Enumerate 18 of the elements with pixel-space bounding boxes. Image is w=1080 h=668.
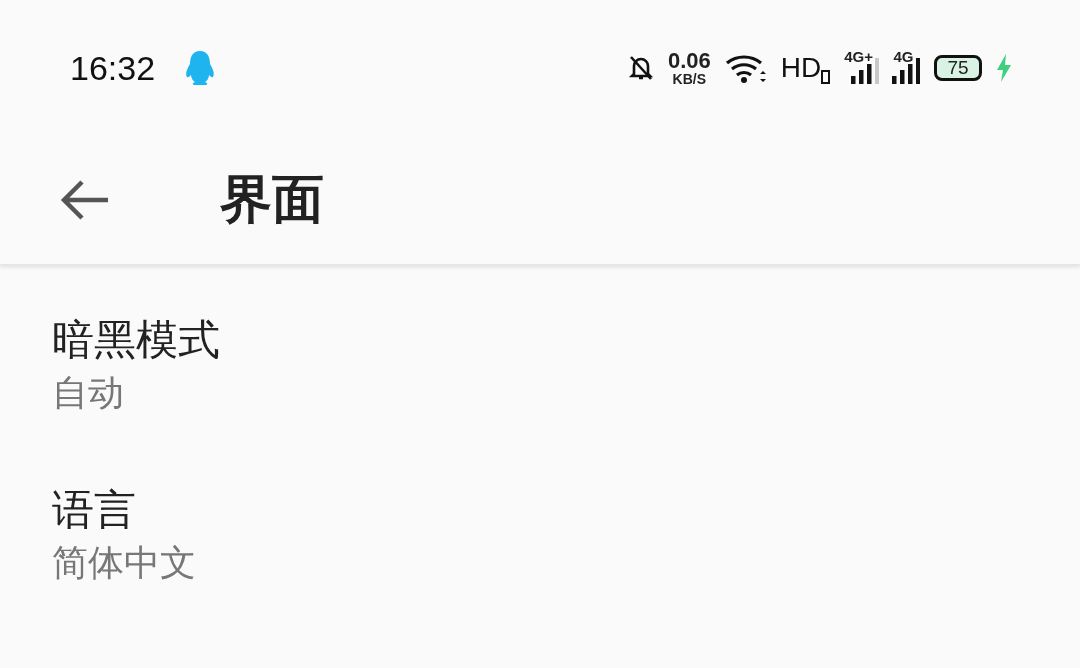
page-title: 界面: [220, 168, 324, 231]
back-arrow-icon[interactable]: [58, 178, 110, 222]
setting-value: 自动: [52, 371, 125, 415]
bell-off-icon: [627, 54, 654, 82]
hd-badge-icon: [821, 70, 831, 84]
battery-level: 75: [947, 57, 969, 79]
net-speed-value: 0.06: [667, 50, 711, 72]
network-type-label: 4G+: [844, 48, 873, 65]
setting-value: 简体中文: [52, 541, 197, 585]
wifi-icon: [724, 53, 767, 83]
network-type-label: 4G: [893, 48, 914, 65]
setting-item[interactable]: 语言 简体中文: [0, 435, 1080, 605]
net-speed-unit: KB/S: [672, 72, 707, 86]
status-time: 16:32: [70, 48, 156, 88]
setting-title: 暗黑模式: [52, 315, 221, 366]
setting-title: 语言: [52, 485, 137, 536]
hd-label: HD: [780, 52, 822, 84]
setting-item[interactable]: 暗黑模式 自动: [0, 265, 1080, 435]
